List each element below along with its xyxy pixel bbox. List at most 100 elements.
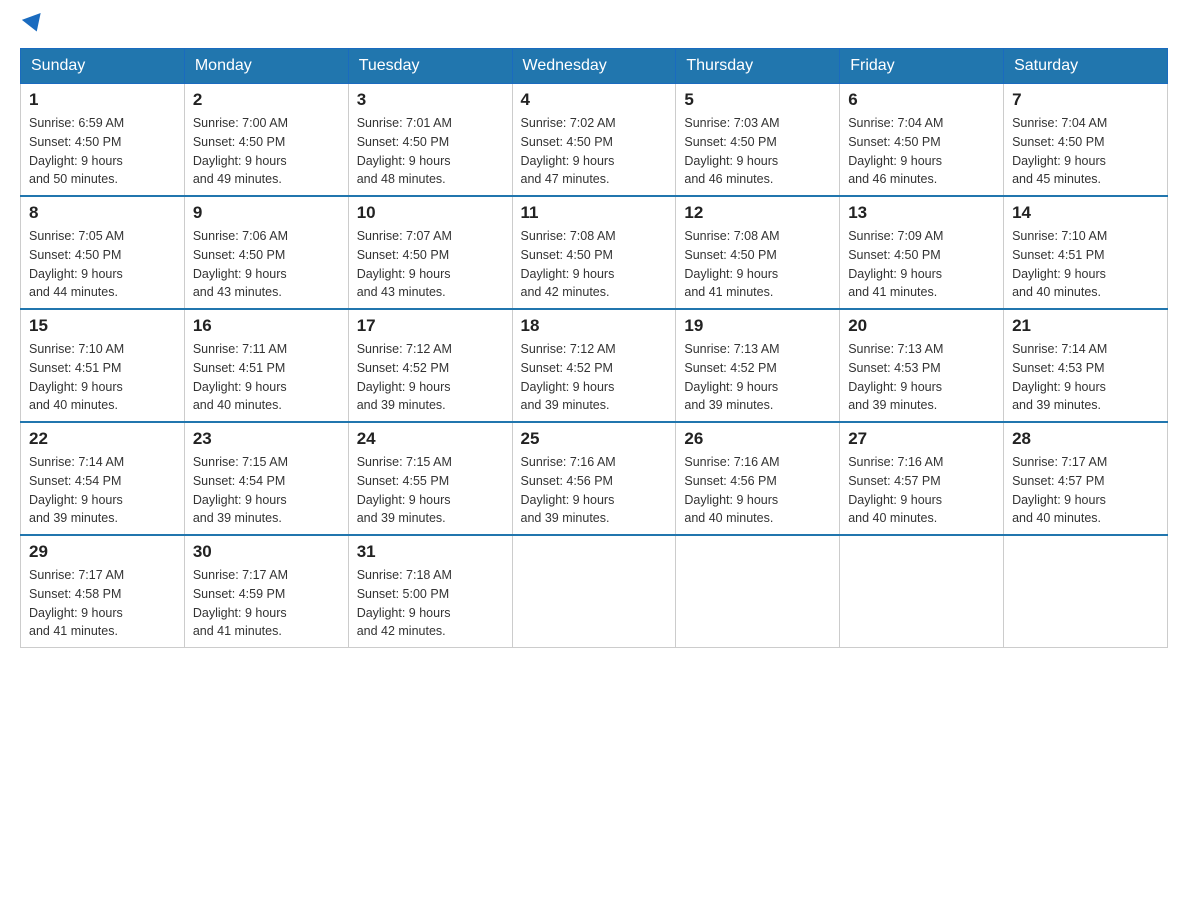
weekday-header-friday: Friday <box>840 49 1004 84</box>
calendar-cell: 4 Sunrise: 7:02 AMSunset: 4:50 PMDaylight… <box>512 84 676 197</box>
calendar-cell: 29 Sunrise: 7:17 AMSunset: 4:58 PMDayligh… <box>21 535 185 648</box>
calendar-cell: 3 Sunrise: 7:01 AMSunset: 4:50 PMDaylight… <box>348 84 512 197</box>
day-info: Sunrise: 7:13 AMSunset: 4:53 PMDaylight:… <box>848 340 995 415</box>
day-info: Sunrise: 7:16 AMSunset: 4:56 PMDaylight:… <box>684 453 831 528</box>
weekday-header-thursday: Thursday <box>676 49 840 84</box>
day-number: 11 <box>521 203 668 223</box>
calendar-cell: 8Sunrise: 7:05 AMSunset: 4:50 PMDaylight… <box>21 196 185 309</box>
calendar-cell <box>676 535 840 648</box>
day-number: 29 <box>29 542 176 562</box>
day-info: Sunrise: 7:16 AMSunset: 4:57 PMDaylight:… <box>848 453 995 528</box>
day-number: 14 <box>1012 203 1159 223</box>
calendar-cell: 26 Sunrise: 7:16 AMSunset: 4:56 PMDayligh… <box>676 422 840 535</box>
logo <box>20 20 44 32</box>
day-number: 12 <box>684 203 831 223</box>
calendar-header: SundayMondayTuesdayWednesdayThursdayFrid… <box>21 49 1168 84</box>
calendar-cell: 16Sunrise: 7:11 AMSunset: 4:51 PMDayligh… <box>184 309 348 422</box>
day-info: Sunrise: 7:01 AMSunset: 4:50 PMDaylight:… <box>357 114 504 189</box>
day-number: 3 <box>357 90 504 110</box>
calendar-cell: 11 Sunrise: 7:08 AMSunset: 4:50 PMDayligh… <box>512 196 676 309</box>
calendar-table: SundayMondayTuesdayWednesdayThursdayFrid… <box>20 48 1168 648</box>
day-number: 4 <box>521 90 668 110</box>
day-number: 28 <box>1012 429 1159 449</box>
day-number: 19 <box>684 316 831 336</box>
week-row-1: 1 Sunrise: 6:59 AMSunset: 4:50 PMDaylight… <box>21 84 1168 197</box>
day-info: Sunrise: 7:10 AMSunset: 4:51 PMDaylight:… <box>1012 227 1159 302</box>
week-row-3: 15Sunrise: 7:10 AMSunset: 4:51 PMDayligh… <box>21 309 1168 422</box>
weekday-header-sunday: Sunday <box>21 49 185 84</box>
day-number: 7 <box>1012 90 1159 110</box>
calendar-cell: 18 Sunrise: 7:12 AMSunset: 4:52 PMDayligh… <box>512 309 676 422</box>
day-number: 26 <box>684 429 831 449</box>
day-number: 27 <box>848 429 995 449</box>
weekday-header-row: SundayMondayTuesdayWednesdayThursdayFrid… <box>21 49 1168 84</box>
day-info: Sunrise: 7:16 AMSunset: 4:56 PMDaylight:… <box>521 453 668 528</box>
logo-triangle-icon <box>22 13 46 35</box>
day-number: 24 <box>357 429 504 449</box>
day-number: 1 <box>29 90 176 110</box>
day-info: Sunrise: 7:04 AMSunset: 4:50 PMDaylight:… <box>848 114 995 189</box>
weekday-header-monday: Monday <box>184 49 348 84</box>
day-info: Sunrise: 7:09 AMSunset: 4:50 PMDaylight:… <box>848 227 995 302</box>
day-number: 6 <box>848 90 995 110</box>
day-info: Sunrise: 7:13 AMSunset: 4:52 PMDaylight:… <box>684 340 831 415</box>
day-info: Sunrise: 7:02 AMSunset: 4:50 PMDaylight:… <box>521 114 668 189</box>
calendar-cell: 2Sunrise: 7:00 AMSunset: 4:50 PMDaylight… <box>184 84 348 197</box>
calendar-cell: 28Sunrise: 7:17 AMSunset: 4:57 PMDayligh… <box>1004 422 1168 535</box>
calendar-cell: 30 Sunrise: 7:17 AMSunset: 4:59 PMDayligh… <box>184 535 348 648</box>
day-info: Sunrise: 7:14 AMSunset: 4:53 PMDaylight:… <box>1012 340 1159 415</box>
calendar-cell: 25Sunrise: 7:16 AMSunset: 4:56 PMDayligh… <box>512 422 676 535</box>
day-info: Sunrise: 7:15 AMSunset: 4:55 PMDaylight:… <box>357 453 504 528</box>
day-info: Sunrise: 7:17 AMSunset: 4:58 PMDaylight:… <box>29 566 176 641</box>
day-info: Sunrise: 7:08 AMSunset: 4:50 PMDaylight:… <box>684 227 831 302</box>
calendar-cell: 5Sunrise: 7:03 AMSunset: 4:50 PMDaylight… <box>676 84 840 197</box>
week-row-2: 8Sunrise: 7:05 AMSunset: 4:50 PMDaylight… <box>21 196 1168 309</box>
day-info: Sunrise: 7:15 AMSunset: 4:54 PMDaylight:… <box>193 453 340 528</box>
calendar-cell: 15Sunrise: 7:10 AMSunset: 4:51 PMDayligh… <box>21 309 185 422</box>
calendar-cell: 17Sunrise: 7:12 AMSunset: 4:52 PMDayligh… <box>348 309 512 422</box>
day-info: Sunrise: 6:59 AMSunset: 4:50 PMDaylight:… <box>29 114 176 189</box>
calendar-cell: 6 Sunrise: 7:04 AMSunset: 4:50 PMDaylight… <box>840 84 1004 197</box>
day-info: Sunrise: 7:04 AMSunset: 4:50 PMDaylight:… <box>1012 114 1159 189</box>
day-number: 10 <box>357 203 504 223</box>
day-number: 20 <box>848 316 995 336</box>
day-info: Sunrise: 7:07 AMSunset: 4:50 PMDaylight:… <box>357 227 504 302</box>
day-info: Sunrise: 7:17 AMSunset: 4:59 PMDaylight:… <box>193 566 340 641</box>
logo-blue-text <box>20 20 44 32</box>
day-number: 30 <box>193 542 340 562</box>
calendar-cell: 31Sunrise: 7:18 AMSunset: 5:00 PMDayligh… <box>348 535 512 648</box>
calendar-cell: 9 Sunrise: 7:06 AMSunset: 4:50 PMDaylight… <box>184 196 348 309</box>
calendar-cell: 27 Sunrise: 7:16 AMSunset: 4:57 PMDayligh… <box>840 422 1004 535</box>
calendar-cell <box>1004 535 1168 648</box>
calendar-body: 1 Sunrise: 6:59 AMSunset: 4:50 PMDaylight… <box>21 84 1168 648</box>
day-info: Sunrise: 7:14 AMSunset: 4:54 PMDaylight:… <box>29 453 176 528</box>
day-number: 23 <box>193 429 340 449</box>
day-info: Sunrise: 7:05 AMSunset: 4:50 PMDaylight:… <box>29 227 176 302</box>
day-info: Sunrise: 7:08 AMSunset: 4:50 PMDaylight:… <box>521 227 668 302</box>
week-row-4: 22Sunrise: 7:14 AMSunset: 4:54 PMDayligh… <box>21 422 1168 535</box>
calendar-cell <box>512 535 676 648</box>
day-number: 13 <box>848 203 995 223</box>
day-number: 21 <box>1012 316 1159 336</box>
weekday-header-wednesday: Wednesday <box>512 49 676 84</box>
calendar-cell <box>840 535 1004 648</box>
weekday-header-tuesday: Tuesday <box>348 49 512 84</box>
day-number: 18 <box>521 316 668 336</box>
calendar-cell: 10 Sunrise: 7:07 AMSunset: 4:50 PMDayligh… <box>348 196 512 309</box>
day-number: 16 <box>193 316 340 336</box>
day-info: Sunrise: 7:12 AMSunset: 4:52 PMDaylight:… <box>357 340 504 415</box>
day-number: 9 <box>193 203 340 223</box>
calendar-cell: 1 Sunrise: 6:59 AMSunset: 4:50 PMDaylight… <box>21 84 185 197</box>
calendar-cell: 21 Sunrise: 7:14 AMSunset: 4:53 PMDayligh… <box>1004 309 1168 422</box>
day-info: Sunrise: 7:00 AMSunset: 4:50 PMDaylight:… <box>193 114 340 189</box>
calendar-cell: 24 Sunrise: 7:15 AMSunset: 4:55 PMDayligh… <box>348 422 512 535</box>
day-info: Sunrise: 7:06 AMSunset: 4:50 PMDaylight:… <box>193 227 340 302</box>
calendar-cell: 14 Sunrise: 7:10 AMSunset: 4:51 PMDayligh… <box>1004 196 1168 309</box>
day-info: Sunrise: 7:12 AMSunset: 4:52 PMDaylight:… <box>521 340 668 415</box>
day-number: 15 <box>29 316 176 336</box>
week-row-5: 29 Sunrise: 7:17 AMSunset: 4:58 PMDayligh… <box>21 535 1168 648</box>
day-info: Sunrise: 7:03 AMSunset: 4:50 PMDaylight:… <box>684 114 831 189</box>
calendar-cell: 22Sunrise: 7:14 AMSunset: 4:54 PMDayligh… <box>21 422 185 535</box>
calendar-cell: 13 Sunrise: 7:09 AMSunset: 4:50 PMDayligh… <box>840 196 1004 309</box>
calendar-cell: 19 Sunrise: 7:13 AMSunset: 4:52 PMDayligh… <box>676 309 840 422</box>
